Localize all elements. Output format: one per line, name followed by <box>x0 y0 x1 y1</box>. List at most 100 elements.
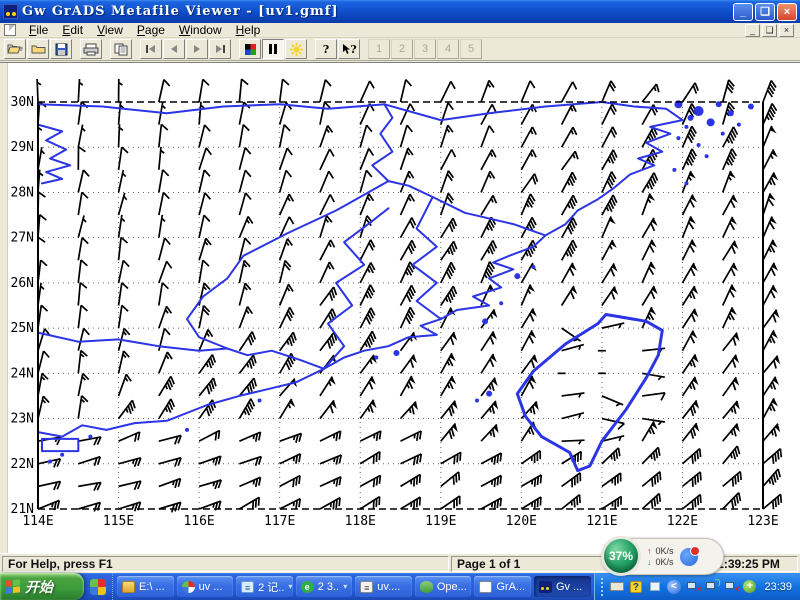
tray-grip[interactable] <box>601 578 605 596</box>
grayscale-mode-icon <box>267 43 279 55</box>
mdi-close-button[interactable]: × <box>779 24 794 37</box>
wind-barb-field <box>37 79 781 512</box>
context-help-icon: ? <box>341 43 357 55</box>
next-page-button[interactable] <box>186 39 208 59</box>
doc-icon: ≡ <box>360 581 373 593</box>
menu-bar: FileEditViewPageWindowHelp _ ❏ × <box>0 23 800 38</box>
taskbar-button-4[interactable]: e2 3..▾ <box>296 576 353 597</box>
quick-launch-icon[interactable] <box>90 579 106 595</box>
province-border <box>372 104 392 181</box>
lon-label: 119E <box>425 514 456 529</box>
wind-barb-map: 30N29N28N27N26N25N24N23N22N21N114E115E11… <box>0 63 800 554</box>
menu-window[interactable]: Window <box>172 23 229 38</box>
about-help-icon: ? <box>321 43 331 55</box>
about-help-button[interactable]: ? <box>315 39 337 59</box>
lat-label: 30N <box>11 95 34 110</box>
color-mode-icon <box>244 43 257 56</box>
island <box>684 181 688 185</box>
taskbar-button-3[interactable]: ≡2 记..▾ <box>236 576 293 597</box>
windows-logo-icon <box>5 579 21 594</box>
island <box>185 428 189 432</box>
open-button[interactable] <box>4 39 26 59</box>
taskbar-button-label: uv.... <box>377 581 400 593</box>
island <box>688 115 694 121</box>
svg-text:?: ? <box>323 43 329 55</box>
input-method-keyboard-icon[interactable] <box>609 580 624 593</box>
folder-icon <box>122 581 135 593</box>
copy-button[interactable] <box>110 39 132 59</box>
island <box>737 123 741 127</box>
taskbar-button-5[interactable]: ≡ uv.... <box>355 576 412 597</box>
quick-launch <box>84 573 113 600</box>
progress-sphere[interactable]: 37% <box>601 536 641 576</box>
upload-rate: 0K/s <box>656 546 674 556</box>
background-toggle-button[interactable] <box>285 39 307 59</box>
taskbar-button-label: 2 3.. <box>318 581 339 593</box>
taskbar-group-arrow-icon[interactable]: ▾ <box>288 582 292 591</box>
title-bar: Gw GrADS Metafile Viewer - [uv1.gmf] _ ❏… <box>0 0 800 23</box>
window-title: Gw GrADS Metafile Viewer - [uv1.gmf] <box>22 4 733 19</box>
background-toggle-icon <box>290 43 303 56</box>
security-update-icon[interactable]: + <box>742 580 757 593</box>
menu-help[interactable]: Help <box>229 23 268 38</box>
upload-arrow-icon: ↑ <box>647 546 652 556</box>
app-icon <box>3 4 18 19</box>
first-page-button[interactable] <box>140 39 162 59</box>
menu-edit[interactable]: Edit <box>55 23 90 38</box>
lon-label: 114E <box>22 514 53 529</box>
taskbar-group-arrow-icon[interactable]: ▾ <box>343 582 347 591</box>
grayscale-mode-button[interactable] <box>262 39 284 59</box>
minimize-button[interactable]: _ <box>733 3 753 21</box>
lon-label: 115E <box>103 514 134 529</box>
lat-label: 25N <box>11 321 34 336</box>
desktop-screen: Gw GrADS Metafile Viewer - [uv1.gmf] _ ❏… <box>0 0 800 600</box>
island <box>514 273 520 279</box>
island <box>482 318 488 324</box>
goto-page-3-button: 3 <box>414 39 436 59</box>
network-disconnected-icon[interactable]: × <box>685 580 700 593</box>
opera-icon <box>420 581 433 593</box>
lat-label: 22N <box>11 457 34 472</box>
island <box>707 118 715 126</box>
close-button[interactable]: × <box>777 3 797 21</box>
mdi-minimize-button[interactable]: _ <box>745 24 760 37</box>
taskbar-button-8[interactable]: Gv ... <box>534 576 591 597</box>
show-desktop-icon[interactable] <box>647 580 662 593</box>
document-icon[interactable] <box>4 24 16 36</box>
start-button[interactable]: 开始 <box>0 573 84 600</box>
taskbar: 开始 E:\ ...uv ...≡2 记..▾e2 3..▾≡uv....Ope… <box>0 573 800 600</box>
save-button[interactable] <box>50 39 72 59</box>
svg-text:?: ? <box>350 43 356 55</box>
island <box>374 356 378 360</box>
folder-button[interactable] <box>27 39 49 59</box>
open-icon <box>7 43 23 55</box>
restore-button[interactable]: ❏ <box>755 3 775 21</box>
taskbar-button-2[interactable]: uv ... <box>177 576 234 597</box>
white-icon <box>479 581 492 593</box>
taskbar-button-6[interactable]: Ope... <box>415 576 472 597</box>
taskbar-button-1[interactable]: E:\ ... <box>117 576 174 597</box>
lat-label: 28N <box>11 185 34 200</box>
prev-page-button[interactable] <box>163 39 185 59</box>
widget-logo-icon[interactable] <box>680 548 698 566</box>
context-help-button[interactable]: ? <box>338 39 360 59</box>
last-page-button[interactable] <box>209 39 231 59</box>
taskbar-button-7[interactable]: GrA... <box>474 576 531 597</box>
wireless-network-icon[interactable]: ”) <box>704 580 719 593</box>
next-page-icon <box>192 44 202 54</box>
color-mode-button[interactable] <box>239 39 261 59</box>
network-monitor-widget[interactable]: 37% ↑ 0K/s ↓ 0K/s <box>602 538 724 575</box>
mdi-restore-button[interactable]: ❏ <box>762 24 777 37</box>
taskbar-button-label: E:\ ... <box>139 581 165 593</box>
help-tray-icon[interactable]: ? <box>628 580 643 593</box>
lon-label: 121E <box>586 514 617 529</box>
menu-view[interactable]: View <box>90 23 130 38</box>
menu-page[interactable]: Page <box>130 23 172 38</box>
print-button[interactable] <box>80 39 102 59</box>
menu-file[interactable]: File <box>22 23 55 38</box>
download-rate: 0K/s <box>656 557 674 567</box>
copy-icon <box>114 43 128 56</box>
local-network-disconnected-icon[interactable]: × <box>723 580 738 593</box>
language-bar-icon[interactable]: < <box>666 580 681 593</box>
lon-label: 123E <box>747 514 778 529</box>
